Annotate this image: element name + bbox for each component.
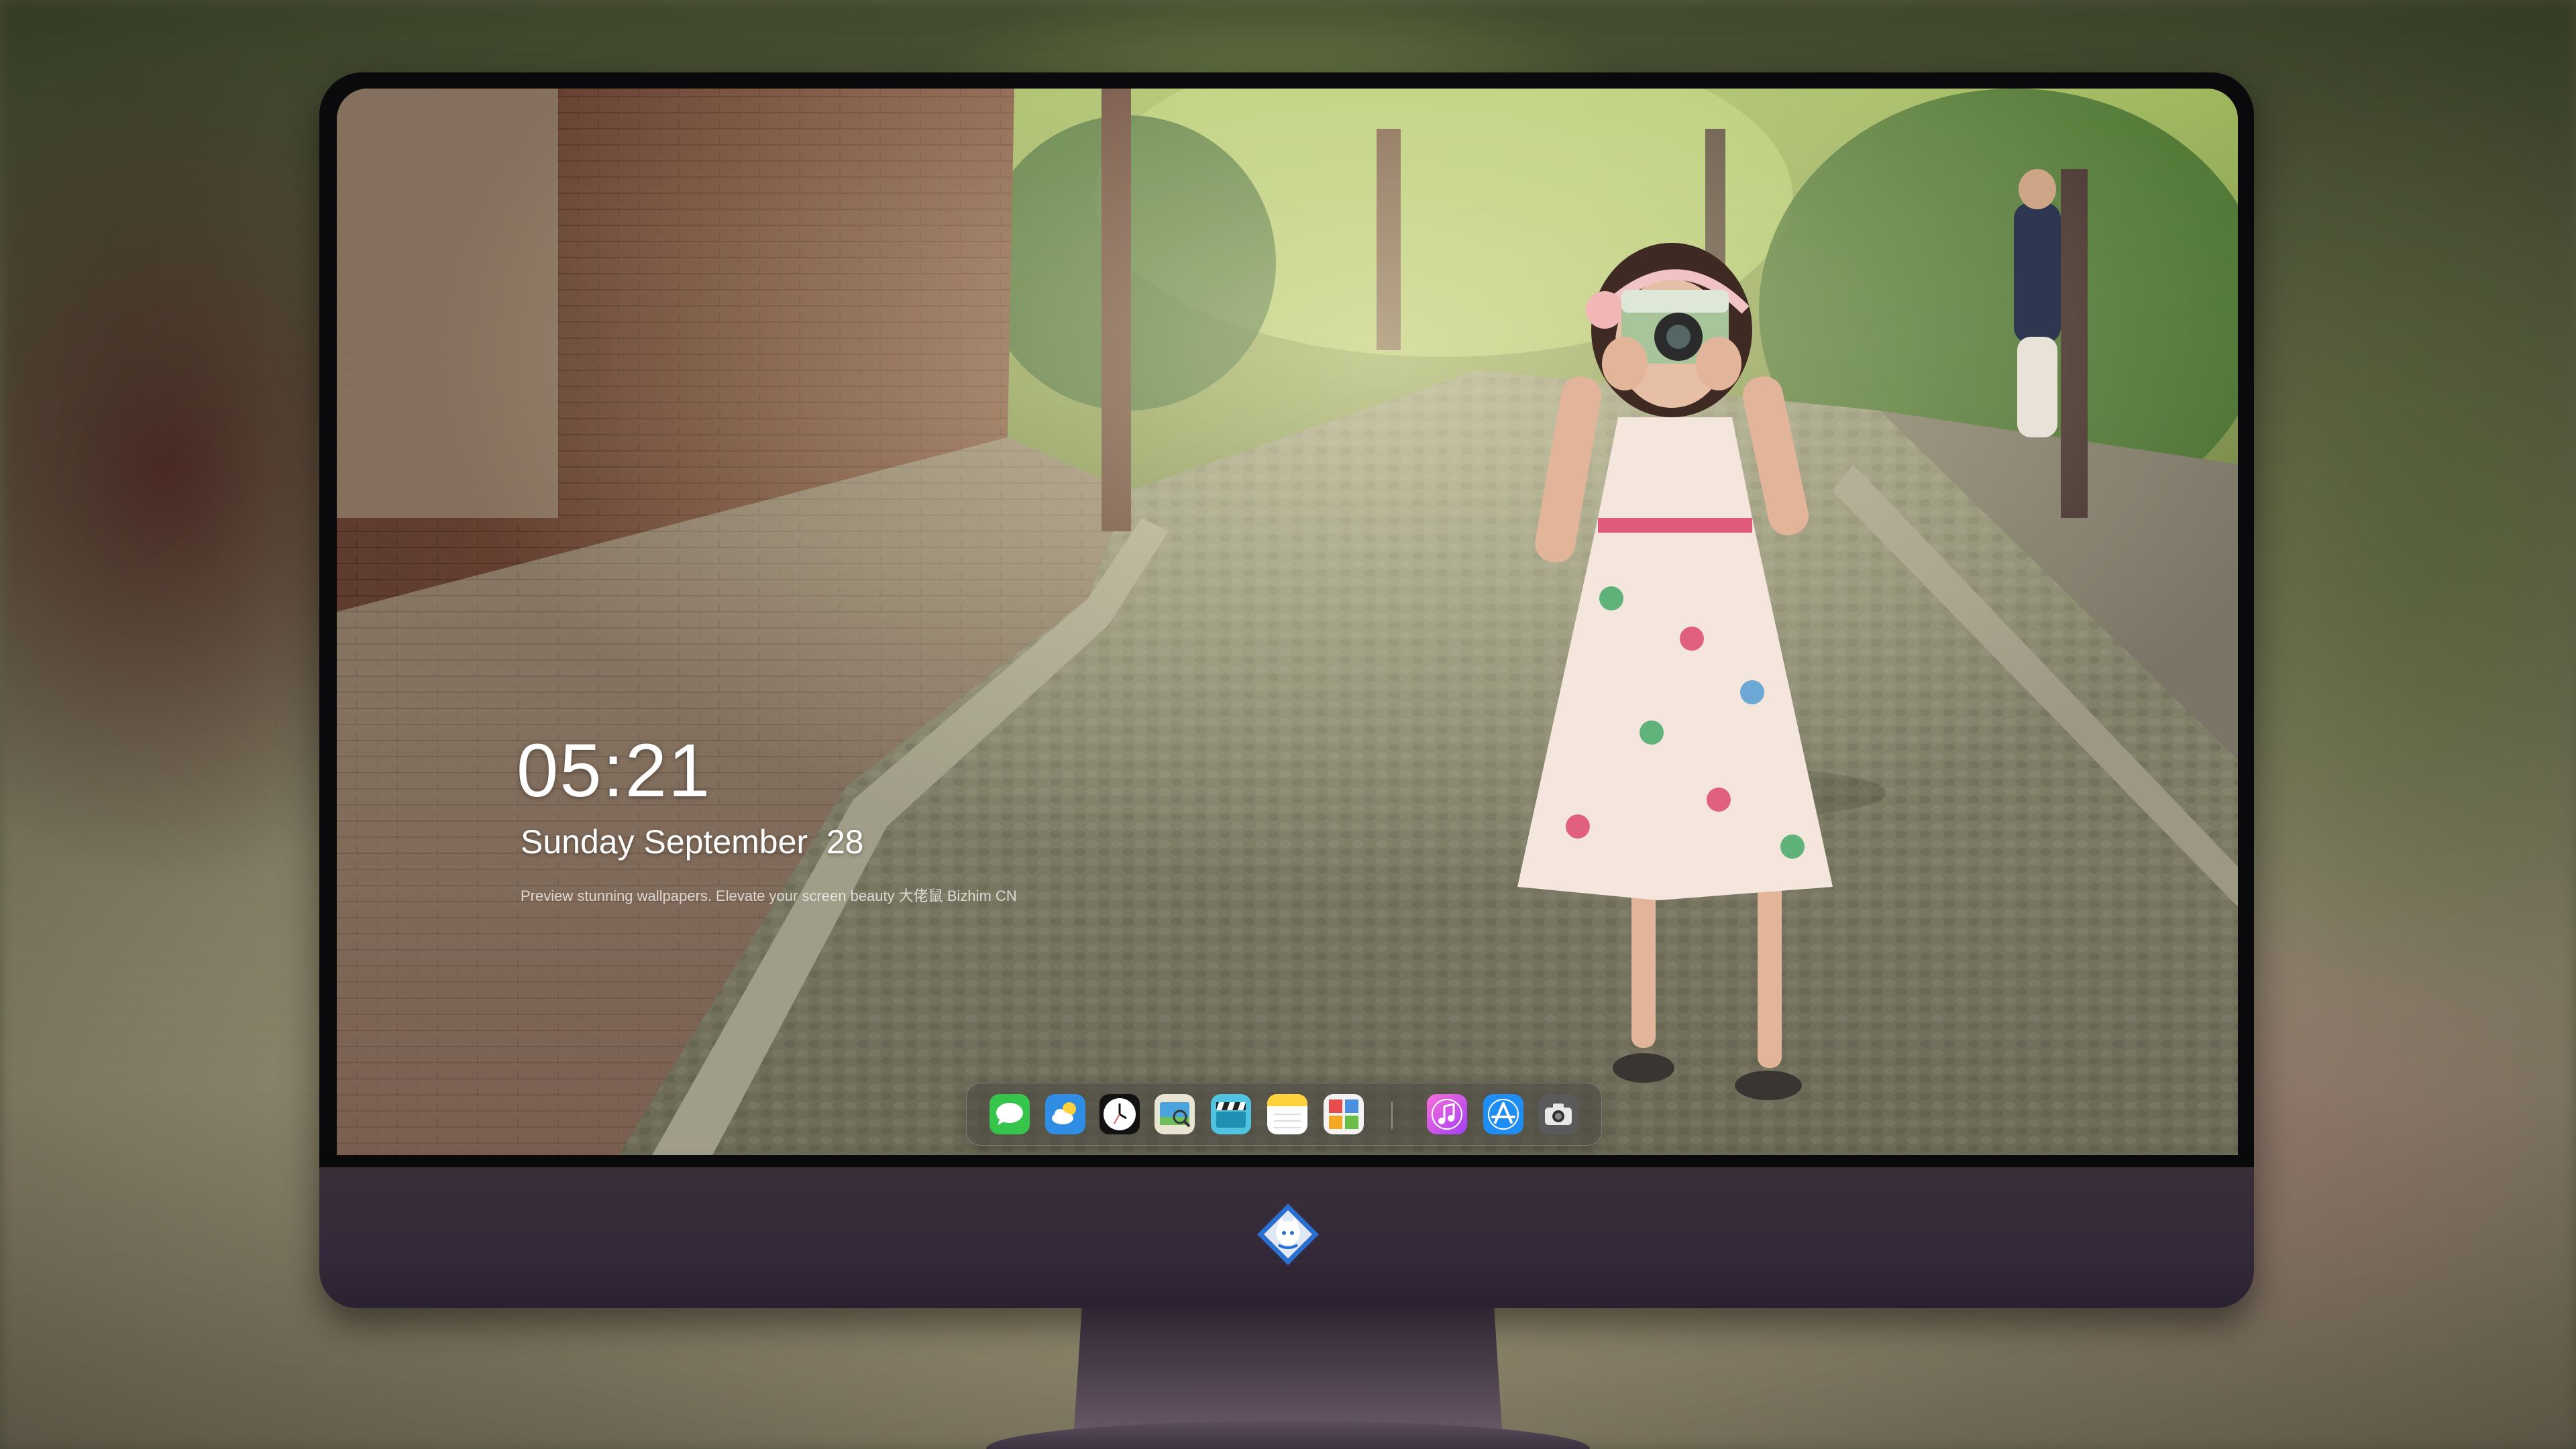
messages-icon[interactable] xyxy=(989,1094,1030,1134)
dock xyxy=(966,1083,1602,1146)
music-note-icon[interactable] xyxy=(1427,1094,1467,1134)
camera-icon[interactable] xyxy=(1538,1094,1578,1134)
lock-screen-wallpaper xyxy=(337,89,2238,1155)
dock-separator xyxy=(1391,1102,1393,1129)
photo-booth-icon[interactable] xyxy=(1324,1094,1364,1134)
notes-icon[interactable] xyxy=(1267,1094,1307,1134)
lock-screen-date: Sunday September 28 xyxy=(521,823,864,861)
monitor-screen: 05:21 Sunday September 28 Preview stunni… xyxy=(337,89,2238,1155)
clock-icon[interactable] xyxy=(1099,1094,1140,1134)
wallpaper-caption: Preview stunning wallpapers. Elevate you… xyxy=(521,888,1017,904)
app-store-icon[interactable] xyxy=(1483,1094,1523,1134)
brand-logo-icon xyxy=(1254,1201,1322,1268)
weather-icon[interactable] xyxy=(1045,1094,1085,1134)
desktop-scene: 05:21 Sunday September 28 Preview stunni… xyxy=(0,0,2576,1449)
clapperboard-icon[interactable] xyxy=(1211,1094,1251,1134)
lock-screen-clock: 05:21 xyxy=(517,729,712,812)
preview-icon[interactable] xyxy=(1155,1094,1195,1134)
